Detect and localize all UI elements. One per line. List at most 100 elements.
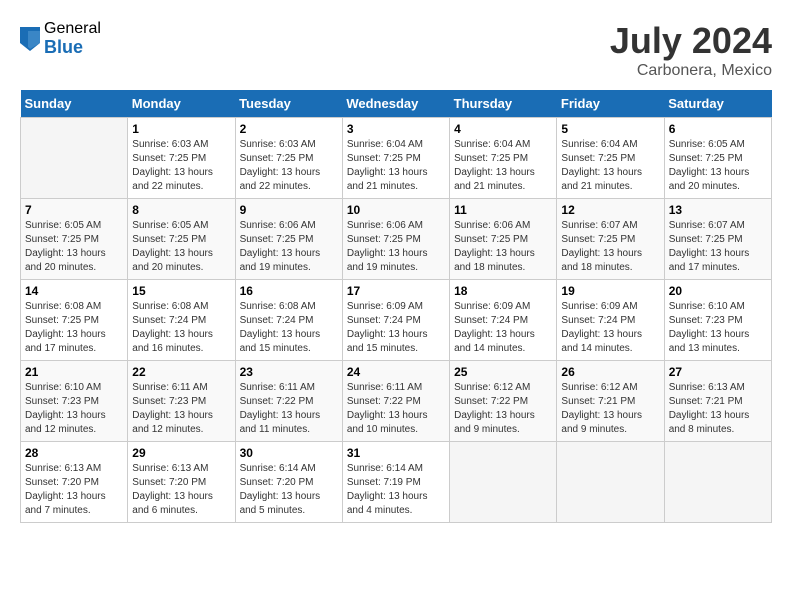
day-number-2-1: 15 <box>132 284 230 298</box>
cell-4-5 <box>557 442 664 523</box>
cell-1-0: 7 Sunrise: 6:05 AMSunset: 7:25 PMDaylight… <box>21 199 128 280</box>
cell-3-4: 25 Sunrise: 6:12 AMSunset: 7:22 PMDayligh… <box>450 361 557 442</box>
title-month: July 2024 <box>610 20 772 62</box>
cell-0-3: 3 Sunrise: 6:04 AMSunset: 7:25 PMDaylight… <box>342 118 449 199</box>
week-row-3: 21 Sunrise: 6:10 AMSunset: 7:23 PMDayligh… <box>21 361 772 442</box>
cell-0-4: 4Sunrise: 6:04 AMSunset: 7:25 PMDaylight… <box>450 118 557 199</box>
logo-icon <box>20 27 40 51</box>
day-number-0-2: 2 <box>240 122 338 136</box>
header-wednesday: Wednesday <box>342 90 449 118</box>
page-header: General Blue July 2024 Carbonera, Mexico <box>20 20 772 80</box>
day-number-2-5: 19 <box>561 284 659 298</box>
calendar-body: 1 Sunrise: 6:03 AMSunset: 7:25 PMDaylight… <box>21 118 772 523</box>
cell-2-0: 14Sunrise: 6:08 AMSunset: 7:25 PMDayligh… <box>21 280 128 361</box>
week-row-1: 7 Sunrise: 6:05 AMSunset: 7:25 PMDaylight… <box>21 199 772 280</box>
day-details-3-5: Sunrise: 6:12 AMSunset: 7:21 PMDaylight:… <box>561 381 659 437</box>
cell-0-5: 5 Sunrise: 6:04 AMSunset: 7:25 PMDaylight… <box>557 118 664 199</box>
header-row: Sunday Monday Tuesday Wednesday Thursday… <box>21 90 772 118</box>
header-sunday: Sunday <box>21 90 128 118</box>
day-number-1-5: 12 <box>561 203 659 217</box>
week-row-0: 1 Sunrise: 6:03 AMSunset: 7:25 PMDaylight… <box>21 118 772 199</box>
cell-2-1: 15 Sunrise: 6:08 AMSunset: 7:24 PMDayligh… <box>128 280 235 361</box>
day-details-3-0: Sunrise: 6:10 AMSunset: 7:23 PMDaylight:… <box>25 381 123 437</box>
day-details-0-6: Sunrise: 6:05 AMSunset: 7:25 PMDaylight:… <box>669 138 767 194</box>
cell-4-4 <box>450 442 557 523</box>
day-number-4-2: 30 <box>240 446 338 460</box>
cell-0-6: 6Sunrise: 6:05 AMSunset: 7:25 PMDaylight… <box>664 118 771 199</box>
day-number-3-0: 21 <box>25 365 123 379</box>
day-number-1-0: 7 <box>25 203 123 217</box>
cell-2-5: 19 Sunrise: 6:09 AMSunset: 7:24 PMDayligh… <box>557 280 664 361</box>
day-details-4-0: Sunrise: 6:13 AMSunset: 7:20 PMDaylight:… <box>25 462 123 518</box>
calendar-table: Sunday Monday Tuesday Wednesday Thursday… <box>20 90 772 523</box>
cell-2-6: 20 Sunrise: 6:10 AMSunset: 7:23 PMDayligh… <box>664 280 771 361</box>
day-number-3-2: 23 <box>240 365 338 379</box>
cell-3-6: 27 Sunrise: 6:13 AMSunset: 7:21 PMDayligh… <box>664 361 771 442</box>
day-details-2-1: Sunrise: 6:08 AMSunset: 7:24 PMDaylight:… <box>132 300 230 356</box>
logo-general: General <box>44 20 101 38</box>
day-number-1-3: 10 <box>347 203 445 217</box>
day-details-2-2: Sunrise: 6:08 AMSunset: 7:24 PMDaylight:… <box>240 300 338 356</box>
header-friday: Friday <box>557 90 664 118</box>
cell-0-0 <box>21 118 128 199</box>
cell-4-1: 29 Sunrise: 6:13 AMSunset: 7:20 PMDayligh… <box>128 442 235 523</box>
day-number-0-1: 1 <box>132 122 230 136</box>
day-number-3-4: 25 <box>454 365 552 379</box>
day-number-3-1: 22 <box>132 365 230 379</box>
day-details-4-1: Sunrise: 6:13 AMSunset: 7:20 PMDaylight:… <box>132 462 230 518</box>
cell-4-6 <box>664 442 771 523</box>
cell-1-3: 10 Sunrise: 6:06 AMSunset: 7:25 PMDayligh… <box>342 199 449 280</box>
day-number-1-1: 8 <box>132 203 230 217</box>
cell-3-2: 23 Sunrise: 6:11 AMSunset: 7:22 PMDayligh… <box>235 361 342 442</box>
day-number-1-4: 11 <box>454 203 552 217</box>
day-details-0-1: Sunrise: 6:03 AMSunset: 7:25 PMDaylight:… <box>132 138 230 194</box>
day-number-4-1: 29 <box>132 446 230 460</box>
cell-1-1: 8 Sunrise: 6:05 AMSunset: 7:25 PMDaylight… <box>128 199 235 280</box>
day-number-2-3: 17 <box>347 284 445 298</box>
day-details-2-5: Sunrise: 6:09 AMSunset: 7:24 PMDaylight:… <box>561 300 659 356</box>
day-number-2-4: 18 <box>454 284 552 298</box>
cell-3-3: 24Sunrise: 6:11 AMSunset: 7:22 PMDayligh… <box>342 361 449 442</box>
header-thursday: Thursday <box>450 90 557 118</box>
cell-2-4: 18Sunrise: 6:09 AMSunset: 7:24 PMDayligh… <box>450 280 557 361</box>
day-number-4-3: 31 <box>347 446 445 460</box>
title-location: Carbonera, Mexico <box>610 62 772 80</box>
day-details-2-6: Sunrise: 6:10 AMSunset: 7:23 PMDaylight:… <box>669 300 767 356</box>
logo: General Blue <box>20 20 101 57</box>
cell-1-6: 13 Sunrise: 6:07 AMSunset: 7:25 PMDayligh… <box>664 199 771 280</box>
day-details-0-2: Sunrise: 6:03 AMSunset: 7:25 PMDaylight:… <box>240 138 338 194</box>
day-details-1-3: Sunrise: 6:06 AMSunset: 7:25 PMDaylight:… <box>347 219 445 275</box>
cell-1-2: 9Sunrise: 6:06 AMSunset: 7:25 PMDaylight… <box>235 199 342 280</box>
day-details-1-2: Sunrise: 6:06 AMSunset: 7:25 PMDaylight:… <box>240 219 338 275</box>
day-number-1-6: 13 <box>669 203 767 217</box>
header-saturday: Saturday <box>664 90 771 118</box>
day-number-3-3: 24 <box>347 365 445 379</box>
week-row-4: 28Sunrise: 6:13 AMSunset: 7:20 PMDayligh… <box>21 442 772 523</box>
day-details-3-4: Sunrise: 6:12 AMSunset: 7:22 PMDaylight:… <box>454 381 552 437</box>
day-details-1-6: Sunrise: 6:07 AMSunset: 7:25 PMDaylight:… <box>669 219 767 275</box>
cell-2-2: 16Sunrise: 6:08 AMSunset: 7:24 PMDayligh… <box>235 280 342 361</box>
day-details-1-1: Sunrise: 6:05 AMSunset: 7:25 PMDaylight:… <box>132 219 230 275</box>
day-details-4-3: Sunrise: 6:14 AMSunset: 7:19 PMDaylight:… <box>347 462 445 518</box>
day-number-2-6: 20 <box>669 284 767 298</box>
day-details-0-3: Sunrise: 6:04 AMSunset: 7:25 PMDaylight:… <box>347 138 445 194</box>
cell-0-2: 2 Sunrise: 6:03 AMSunset: 7:25 PMDaylight… <box>235 118 342 199</box>
cell-0-1: 1 Sunrise: 6:03 AMSunset: 7:25 PMDaylight… <box>128 118 235 199</box>
day-details-1-4: Sunrise: 6:06 AMSunset: 7:25 PMDaylight:… <box>454 219 552 275</box>
day-details-3-6: Sunrise: 6:13 AMSunset: 7:21 PMDaylight:… <box>669 381 767 437</box>
day-details-0-5: Sunrise: 6:04 AMSunset: 7:25 PMDaylight:… <box>561 138 659 194</box>
day-number-0-5: 5 <box>561 122 659 136</box>
day-number-3-6: 27 <box>669 365 767 379</box>
day-details-2-0: Sunrise: 6:08 AMSunset: 7:25 PMDaylight:… <box>25 300 123 356</box>
cell-4-2: 30Sunrise: 6:14 AMSunset: 7:20 PMDayligh… <box>235 442 342 523</box>
cell-1-4: 11 Sunrise: 6:06 AMSunset: 7:25 PMDayligh… <box>450 199 557 280</box>
day-details-1-0: Sunrise: 6:05 AMSunset: 7:25 PMDaylight:… <box>25 219 123 275</box>
day-details-3-2: Sunrise: 6:11 AMSunset: 7:22 PMDaylight:… <box>240 381 338 437</box>
cell-1-5: 12 Sunrise: 6:07 AMSunset: 7:25 PMDayligh… <box>557 199 664 280</box>
day-number-0-3: 3 <box>347 122 445 136</box>
cell-2-3: 17Sunrise: 6:09 AMSunset: 7:24 PMDayligh… <box>342 280 449 361</box>
day-details-3-1: Sunrise: 6:11 AMSunset: 7:23 PMDaylight:… <box>132 381 230 437</box>
cell-4-3: 31 Sunrise: 6:14 AMSunset: 7:19 PMDayligh… <box>342 442 449 523</box>
day-details-1-5: Sunrise: 6:07 AMSunset: 7:25 PMDaylight:… <box>561 219 659 275</box>
logo-blue: Blue <box>44 38 101 58</box>
